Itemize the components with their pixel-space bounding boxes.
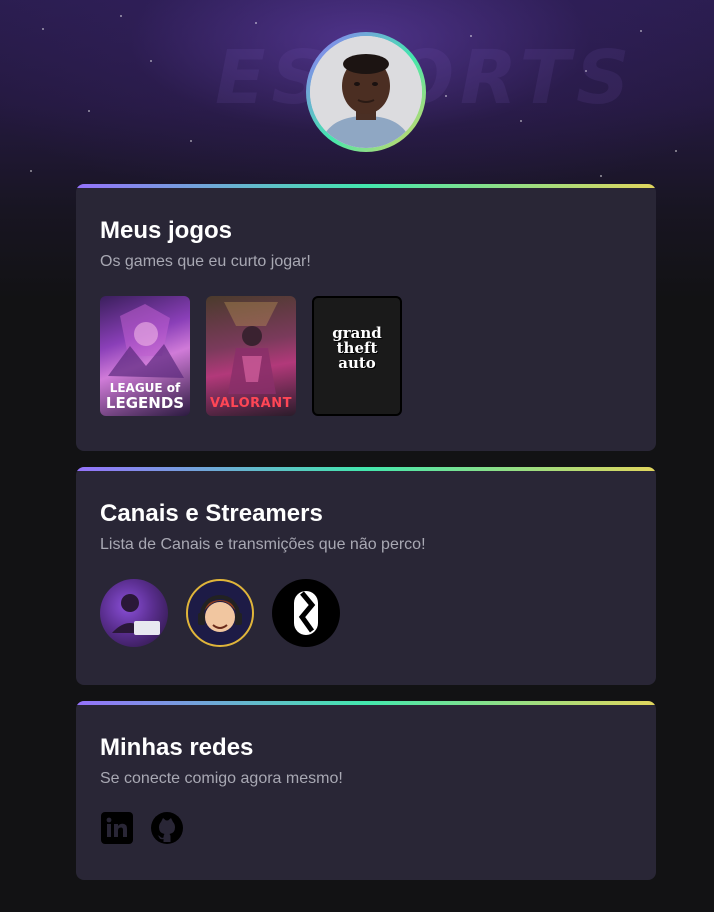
github-icon <box>151 812 183 844</box>
socials-list <box>100 811 632 845</box>
streamer-avatar-1[interactable] <box>100 579 168 647</box>
games-title: Meus jogos <box>100 217 233 244</box>
streamers-title: Canais e Streamers <box>100 500 323 527</box>
game-label: VALORANT <box>210 396 292 411</box>
esports-watermark: ESPORTS <box>215 35 636 121</box>
game-league-of-legends[interactable]: LEAGUE of LEGENDS <box>100 296 190 416</box>
socials-title: Minhas redes <box>100 734 254 761</box>
games-list: LEAGUE of LEGENDS VALORANT grand theft a… <box>100 296 632 416</box>
streamer-avatar-2[interactable] <box>186 579 254 647</box>
streamer-3-icon <box>294 591 318 635</box>
streamers-list <box>100 579 632 647</box>
streamers-card: Canais e Streamers Lista de Canais e tra… <box>76 467 656 685</box>
socials-card: Minhas redes Se conecte comigo agora mes… <box>76 701 656 880</box>
avatar-photo <box>310 36 422 148</box>
game-label-line2: LEGENDS <box>105 394 185 412</box>
avatar-person-icon <box>310 36 422 148</box>
profile-avatar <box>306 32 426 152</box>
streamers-subtitle: Lista de Canais e transmições que não pe… <box>100 536 426 553</box>
games-card: Meus jogos Os games que eu curto jogar! … <box>76 184 656 451</box>
linkedin-icon <box>101 812 133 844</box>
streamer-avatar-3[interactable] <box>272 579 340 647</box>
gta-line3: auto <box>338 354 376 372</box>
games-subtitle: Os games que eu curto jogar! <box>100 253 311 270</box>
game-valorant[interactable]: VALORANT <box>206 296 296 416</box>
gta-logo: grand theft auto <box>314 326 400 371</box>
streamer-2-icon <box>198 595 242 632</box>
linkedin-link[interactable] <box>100 811 134 845</box>
streamer-1-icon <box>112 594 160 635</box>
socials-subtitle: Se conecte comigo agora mesmo! <box>100 770 343 787</box>
game-gta-v[interactable]: grand theft auto <box>312 296 402 416</box>
github-link[interactable] <box>150 811 184 845</box>
